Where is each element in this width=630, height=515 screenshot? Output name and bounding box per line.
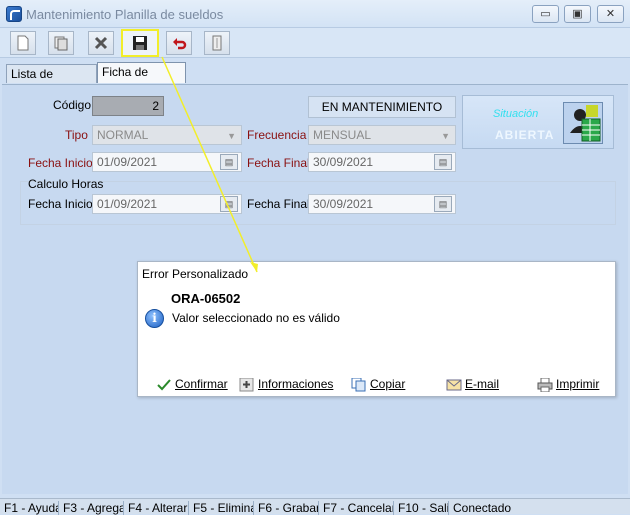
calc-fecha-final-field[interactable]: 30/09/2021 ▤ [308,194,456,214]
user-sheet-icon [563,102,603,144]
calc-fecha-inicio-value: 01/09/2021 [97,197,158,211]
informaciones-button[interactable]: Informaciones [239,377,333,392]
frecuencia-value: MENSUAL [313,128,372,142]
new-icon [17,35,29,51]
connection-status: Conectado [453,501,512,515]
imprimir-button[interactable]: Imprimir [537,377,599,392]
fecha-inicio-field[interactable]: 01/09/2021 ▤ [92,152,242,172]
minimize-button[interactable]: ▭ [532,5,559,23]
calc-fecha-final-label: Fecha Final [247,197,310,211]
error-dialog: Error Personalizado ORA-06502 i Valor se… [137,261,616,397]
dialog-title: Error Personalizado [142,267,249,281]
info-icon: i [145,309,164,328]
chevron-down-icon: ▼ [227,131,236,141]
copy-icon [351,377,366,392]
status-bar: F1 - Ayuda F3 - Agregar F4 - Alterar F5 … [0,498,630,515]
tipo-label: Tipo [65,128,88,142]
fecha-final-field[interactable]: 30/09/2021 ▤ [308,152,456,172]
f4-key[interactable]: F4 - Alterar [124,501,189,515]
confirmar-button[interactable]: Confirmar [156,377,228,392]
calc-fecha-final-value: 30/09/2021 [313,197,374,211]
fecha-inicio-value: 01/09/2021 [97,155,158,169]
calculo-horas-label: Calculo Horas [28,177,104,191]
delete-button[interactable] [88,31,114,55]
calendar-icon[interactable]: ▤ [434,196,452,212]
fecha-final-label: Fecha Final [247,156,310,170]
situacion-value: ABIERTA [495,128,555,142]
f5-key[interactable]: F5 - Eliminar [189,501,254,515]
title-bar: Mantenimiento Planilla de sueldos ▭ ▣ ✕ [0,0,630,28]
tipo-value: NORMAL [97,128,149,142]
frecuencia-label: Frecuencia [247,128,307,142]
imprimir-label: Imprimir [556,377,600,391]
situacion-label: Situación [493,108,539,120]
calendar-icon[interactable]: ▤ [220,154,238,170]
chevron-down-icon: ▼ [441,131,450,141]
new-button[interactable] [10,31,36,55]
copy-icon [54,36,68,51]
status-badge: EN MANTENIMIENTO [308,96,456,118]
situacion-panel: Situación ABIERTA [462,95,614,149]
tab-lista-planillas[interactable]: Lista de Planillas [6,64,97,99]
restore-button[interactable]: ▣ [564,5,591,23]
close-button[interactable]: ✕ [597,5,624,23]
codigo-label: Código [53,98,92,112]
window-title: Mantenimiento Planilla de sueldos [26,7,224,22]
f7-key[interactable]: F7 - Cancelar [319,501,394,515]
email-label: E-mail [465,377,500,391]
fecha-final-value: 30/09/2021 [313,155,374,169]
tipo-select[interactable]: NORMAL ▼ [92,125,242,145]
frecuencia-select[interactable]: MENSUAL ▼ [308,125,456,145]
error-code: ORA-06502 [171,291,241,306]
delete-icon [94,36,108,50]
exit-button[interactable] [204,31,230,55]
save-icon [133,36,147,50]
tab-ficha-planilla[interactable]: Ficha de Planilla [97,62,186,97]
toolbar [0,28,630,58]
tab-strip: Lista de Planillas Ficha de Planilla [0,58,630,99]
error-message: Valor seleccionado no es válido [172,311,340,325]
f10-key[interactable]: F10 - Salir [394,501,449,515]
calc-fecha-inicio-label: Fecha Inicio [28,197,93,211]
save-button[interactable] [121,29,159,57]
calendar-icon[interactable]: ▤ [220,196,238,212]
f3-key[interactable]: F3 - Agregar [59,501,124,515]
calendar-icon[interactable]: ▤ [434,154,452,170]
email-button[interactable]: E-mail [446,377,499,392]
informaciones-label: Informaciones [258,377,334,391]
undo-icon [173,38,187,50]
printer-icon [537,377,553,392]
copiar-button[interactable]: Copiar [351,377,405,392]
fecha-inicio-label: Fecha Inicio [28,156,93,170]
copy-record-button[interactable] [48,31,74,55]
check-icon [157,379,171,391]
f1-key[interactable]: F1 - Ayuda [0,501,59,515]
copiar-label: Copiar [370,377,406,391]
codigo-field[interactable]: 2 [92,96,164,116]
f6-key[interactable]: F6 - Grabar [254,501,319,515]
app-icon [6,6,22,22]
calc-fecha-inicio-field[interactable]: 01/09/2021 ▤ [92,194,242,214]
exit-icon [212,35,222,51]
plus-icon [239,377,254,392]
email-icon [446,379,462,391]
confirmar-label: Confirmar [175,377,228,391]
undo-button[interactable] [166,31,192,55]
